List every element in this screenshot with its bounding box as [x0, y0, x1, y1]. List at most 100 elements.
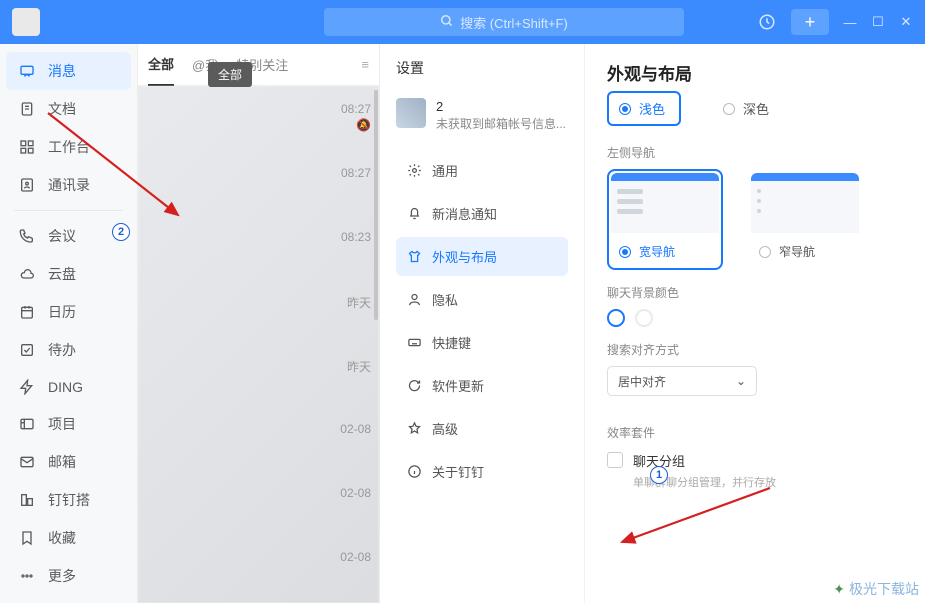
msg-time: 昨天 — [347, 358, 371, 375]
settings-panel: 设置 2 未获取到邮箱帐号信息... 通用 新消息通知 外观与布局 隐私 快捷键 — [380, 44, 585, 603]
todo-icon — [18, 341, 36, 359]
settings-item-about[interactable]: 关于钉钉 — [396, 452, 568, 491]
watermark-icon: ✦ — [833, 581, 845, 598]
nav-preview — [611, 173, 719, 233]
radio-icon — [619, 246, 631, 258]
settings-label: 通用 — [432, 161, 458, 180]
settings-label: 快捷键 — [432, 333, 471, 352]
cloud-icon — [18, 265, 36, 283]
sidebar-item-messages[interactable]: 消息 — [6, 52, 131, 90]
sidebar-label: 通讯录 — [48, 175, 90, 195]
bgcolor-label: 聊天背景颜色 — [607, 284, 903, 301]
maximize-icon[interactable]: ☐ — [871, 15, 885, 29]
sidebar-label: 工作台 — [48, 137, 90, 157]
color-option-white[interactable] — [607, 309, 625, 327]
history-icon[interactable] — [757, 12, 777, 32]
watermark-text: 极光下载站 — [849, 579, 919, 599]
sidebar-label: 邮箱 — [48, 452, 76, 472]
nav-label: 宽导航 — [639, 243, 675, 260]
sidebar-label: 会议 — [48, 226, 76, 246]
settings-label: 外观与布局 — [432, 247, 497, 266]
nav-wide-card[interactable]: 宽导航 — [607, 169, 723, 270]
keyboard-icon — [406, 334, 422, 350]
sidebar-item-todo[interactable]: 待办 — [0, 331, 137, 369]
msg-time: 02-08 — [340, 422, 371, 436]
theme-label: 浅色 — [639, 99, 665, 118]
profile-subtitle: 未获取到邮箱帐号信息... — [436, 116, 566, 133]
align-label: 搜索对齐方式 — [607, 341, 903, 358]
theme-light[interactable]: 浅色 — [607, 91, 681, 126]
efficiency-label: 效率套件 — [607, 424, 903, 441]
sidebar-item-docs[interactable]: 文档 — [0, 90, 137, 128]
build-icon — [18, 491, 36, 509]
sidebar-item-cloud[interactable]: 云盘 — [0, 255, 137, 293]
settings-item-general[interactable]: 通用 — [396, 151, 568, 190]
user-icon — [406, 291, 422, 307]
sidebar-label: 待办 — [48, 340, 76, 360]
search-align-select[interactable]: 居中对齐 ⌄ — [607, 366, 757, 396]
settings-label: 软件更新 — [432, 376, 484, 395]
sidebar-item-contacts[interactable]: 通讯录 — [0, 166, 137, 204]
phone-icon — [18, 227, 36, 245]
ding-icon — [18, 378, 36, 396]
sidebar-item-dingdingda[interactable]: 钉钉搭 — [0, 481, 137, 519]
left-sidebar: 消息 文档 工作台 通讯录 会议 云盘 日历 待办 — [0, 44, 138, 603]
minimize-icon[interactable]: — — [843, 15, 857, 29]
user-avatar[interactable] — [12, 8, 40, 36]
doc-icon — [18, 100, 36, 118]
tab-all[interactable]: 全部 — [148, 43, 174, 86]
sidebar-item-more[interactable]: 更多 — [0, 557, 137, 595]
fav-icon — [18, 529, 36, 547]
settings-label: 隐私 — [432, 290, 458, 309]
sidebar-item-ding[interactable]: DING — [0, 369, 137, 405]
message-list[interactable]: 08:27🔕 08:27 08:23 昨天 昨天 02-08 02-08 02-… — [138, 86, 379, 603]
chat-group-option[interactable]: 聊天分组 单聊群聊分组管理，并行存放 — [607, 451, 903, 490]
sidebar-item-favorites[interactable]: 收藏 — [0, 519, 137, 557]
theme-label: 深色 — [743, 99, 769, 118]
tab-menu-icon[interactable]: ≡ — [361, 57, 369, 72]
sidebar-label: 消息 — [48, 61, 76, 81]
color-option[interactable] — [635, 309, 653, 327]
bell-icon — [406, 205, 422, 221]
settings-profile[interactable]: 2 未获取到邮箱帐号信息... — [396, 92, 568, 139]
global-search[interactable]: 搜索 (Ctrl+Shift+F) — [324, 8, 684, 36]
profile-avatar — [396, 98, 426, 128]
settings-item-notifications[interactable]: 新消息通知 — [396, 194, 568, 233]
settings-item-appearance[interactable]: 外观与布局 — [396, 237, 568, 276]
nav-narrow-card[interactable]: 窄导航 — [747, 169, 863, 270]
calendar-icon — [18, 303, 36, 321]
sidebar-item-calendar[interactable]: 日历 — [0, 293, 137, 331]
msg-time: 08:27 — [341, 166, 371, 180]
select-value: 居中对齐 — [618, 373, 666, 390]
scrollbar[interactable] — [373, 86, 379, 603]
settings-item-privacy[interactable]: 隐私 — [396, 280, 568, 319]
nav-label: 窄导航 — [779, 243, 815, 260]
sidebar-divider — [14, 210, 123, 211]
info-icon — [406, 463, 422, 479]
radio-icon — [759, 246, 771, 258]
sidebar-item-project[interactable]: 项目 — [0, 405, 137, 443]
message-icon — [18, 62, 36, 80]
close-icon[interactable]: ✕ — [899, 15, 913, 29]
sidebar-label: 项目 — [48, 414, 76, 434]
sidebar-item-meeting[interactable]: 会议 — [0, 217, 137, 255]
msg-time: 02-08 — [340, 550, 371, 564]
checkbox-icon — [607, 452, 623, 468]
tab-tooltip: 全部 — [208, 62, 252, 87]
search-placeholder: 搜索 (Ctrl+Shift+F) — [460, 13, 568, 32]
sidebar-label: DING — [48, 379, 83, 395]
sidebar-item-mail[interactable]: 邮箱 — [0, 443, 137, 481]
settings-item-shortcuts[interactable]: 快捷键 — [396, 323, 568, 362]
contacts-icon — [18, 176, 36, 194]
settings-label: 高级 — [432, 419, 458, 438]
sidebar-label: 钉钉搭 — [48, 490, 90, 510]
theme-dark[interactable]: 深色 — [711, 91, 785, 126]
message-column: 全部 @我 特别关注 ≡ 全部 08:27🔕 08:27 08:23 昨天 昨天… — [138, 44, 380, 603]
nav-preview — [751, 173, 859, 233]
settings-item-update[interactable]: 软件更新 — [396, 366, 568, 405]
sidebar-item-workbench[interactable]: 工作台 — [0, 128, 137, 166]
new-button[interactable]: + — [791, 9, 829, 35]
detail-title: 外观与布局 — [607, 60, 903, 85]
settings-item-advanced[interactable]: 高级 — [396, 409, 568, 448]
sidebar-label: 收藏 — [48, 528, 76, 548]
